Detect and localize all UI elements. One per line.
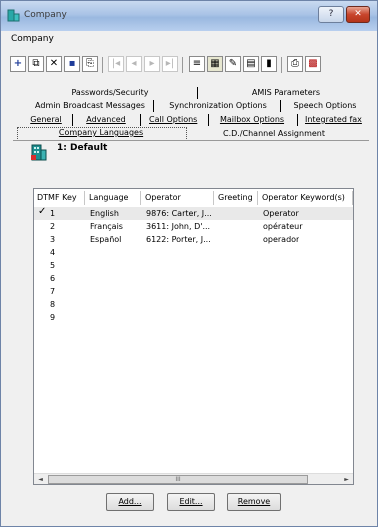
first-record-icon[interactable]: |◂ — [108, 56, 124, 72]
save-icon[interactable]: ▪ — [64, 56, 80, 72]
tab-speech-options[interactable]: Speech Options — [291, 100, 359, 112]
cell-dtmf-key: 8 — [50, 300, 56, 309]
cell-operator-keyword: Operator — [263, 209, 299, 218]
horizontal-scrollbar[interactable]: ◄ III ► — [34, 473, 353, 484]
tab-call-options[interactable]: Call Options — [149, 114, 197, 126]
add-icon[interactable]: + — [10, 56, 26, 72]
menu-company[interactable]: Company — [11, 34, 54, 44]
title-bar[interactable]: Company ? ✕ — [1, 1, 377, 31]
edit-button[interactable]: Edit... — [167, 493, 215, 511]
list-header: DTMF Key Language Operator Greeting Oper… — [34, 191, 353, 205]
column-header-dtmf-key[interactable]: DTMF Key — [34, 191, 85, 205]
table-row[interactable]: 7 — [34, 285, 353, 298]
cell-dtmf-key: 9 — [50, 313, 56, 322]
last-record-icon[interactable]: ▸| — [162, 56, 178, 72]
tab-mailbox-options[interactable]: Mailbox Options — [219, 114, 285, 126]
tab-divider — [197, 87, 198, 99]
help-button[interactable]: ? — [318, 6, 344, 23]
table-row[interactable]: 2 Français 3611: John, D'... opérateur — [34, 220, 353, 233]
scroll-left-arrow-icon[interactable]: ◄ — [35, 474, 46, 485]
check-icon: ✓ — [38, 206, 47, 217]
table-row[interactable]: 4 — [34, 246, 353, 259]
tab-divider — [153, 100, 154, 112]
next-record-icon[interactable]: ▸ — [144, 56, 160, 72]
column-header-greeting[interactable]: Greeting — [215, 191, 258, 205]
grid-icon[interactable]: ▩ — [305, 56, 321, 72]
previous-record-icon[interactable]: ◂ — [126, 56, 142, 72]
table-row[interactable]: 9 — [34, 311, 353, 324]
scroll-thumb[interactable]: III — [48, 475, 308, 484]
cell-operator: 6122: Porter, J... — [146, 235, 211, 244]
export-icon[interactable]: ⎘ — [82, 56, 98, 72]
report-icon[interactable]: ▮ — [261, 56, 277, 72]
copy-icon[interactable]: ⧉ — [28, 56, 44, 72]
print-icon[interactable]: ⎙ — [287, 56, 303, 72]
schedule-icon[interactable]: ▦ — [207, 56, 223, 72]
table-row[interactable]: 3 Español 6122: Porter, J... operador — [34, 233, 353, 246]
tab-divider — [280, 100, 281, 112]
cell-dtmf-key: 5 — [50, 261, 56, 270]
cell-dtmf-key: 2 — [50, 222, 56, 231]
list-icon[interactable]: ≡ — [189, 56, 205, 72]
cell-operator-keyword: opérateur — [263, 222, 303, 231]
tab-integrated-fax[interactable]: Integrated fax — [305, 114, 362, 126]
column-header-language[interactable]: Language — [86, 191, 141, 205]
languages-list[interactable]: DTMF Key Language Operator Greeting Oper… — [33, 188, 354, 485]
tab-synchronization-options[interactable]: Synchronization Options — [167, 100, 269, 112]
table-row[interactable]: 6 — [34, 272, 353, 285]
add-button[interactable]: Add... — [106, 493, 154, 511]
cell-operator-keyword: operador — [263, 235, 300, 244]
table-row[interactable]: 8 — [34, 298, 353, 311]
tab-amis-parameters[interactable]: AMIS Parameters — [236, 87, 336, 99]
remove-button-label: Remove — [237, 497, 271, 506]
company-app-icon — [7, 9, 20, 22]
close-button[interactable]: ✕ — [346, 6, 370, 23]
edit-icon[interactable]: ✎ — [225, 56, 241, 72]
toolbar: + ⧉ ✕ ▪ ⎘ |◂ ◂ ▸ ▸| ≡ ▦ ✎ ▤ ▮ ⎙ ▩ — [1, 53, 377, 77]
delete-icon[interactable]: ✕ — [46, 56, 62, 72]
company-name: 1: Default — [57, 143, 108, 153]
properties-icon[interactable]: ▤ — [243, 56, 259, 72]
cell-operator: 3611: John, D'... — [146, 222, 211, 231]
tab-general[interactable]: General — [29, 114, 63, 126]
cell-dtmf-key: 4 — [50, 248, 56, 257]
toolbar-separator — [102, 57, 103, 73]
window-title: Company — [24, 10, 67, 20]
tab-divider — [72, 114, 73, 126]
toolbar-separator — [182, 57, 183, 73]
tab-passwords-security[interactable]: Passwords/Security — [57, 87, 163, 99]
tab-divider — [140, 114, 141, 126]
cell-dtmf-key: 1 — [50, 209, 56, 218]
cell-dtmf-key: 3 — [50, 235, 56, 244]
cell-language: Français — [90, 222, 123, 231]
cell-dtmf-key: 6 — [50, 274, 56, 283]
menu-bar: Company — [1, 31, 377, 51]
cell-dtmf-key: 7 — [50, 287, 56, 296]
tab-company-languages[interactable]: Company Languages — [41, 127, 161, 139]
tab-advanced[interactable]: Advanced — [83, 114, 129, 126]
cell-operator: 9876: Carter, J... — [146, 209, 212, 218]
table-row[interactable]: 5 — [34, 259, 353, 272]
add-button-label: Add... — [118, 497, 142, 506]
column-header-operator-keywords[interactable]: Operator Keyword(s) — [259, 191, 353, 205]
building-icon — [31, 144, 47, 161]
scroll-right-arrow-icon[interactable]: ► — [341, 474, 352, 485]
remove-button[interactable]: Remove — [227, 493, 281, 511]
toolbar-separator — [281, 57, 282, 73]
tab-divider — [297, 114, 298, 126]
tab-admin-broadcast-messages[interactable]: Admin Broadcast Messages — [31, 100, 149, 112]
tab-cd-channel-assignment[interactable]: C.D./Channel Assignment — [219, 128, 329, 140]
column-header-operator[interactable]: Operator — [142, 191, 214, 205]
edit-button-label: Edit... — [179, 497, 203, 506]
cell-language: English — [90, 209, 119, 218]
company-window: Company ? ✕ Company + ⧉ ✕ ▪ ⎘ |◂ ◂ ▸ ▸| … — [0, 0, 378, 527]
tab-divider — [208, 114, 209, 126]
cell-language: Español — [90, 235, 122, 244]
table-row[interactable]: ✓ 1 English 9876: Carter, J... Operator — [34, 206, 353, 220]
